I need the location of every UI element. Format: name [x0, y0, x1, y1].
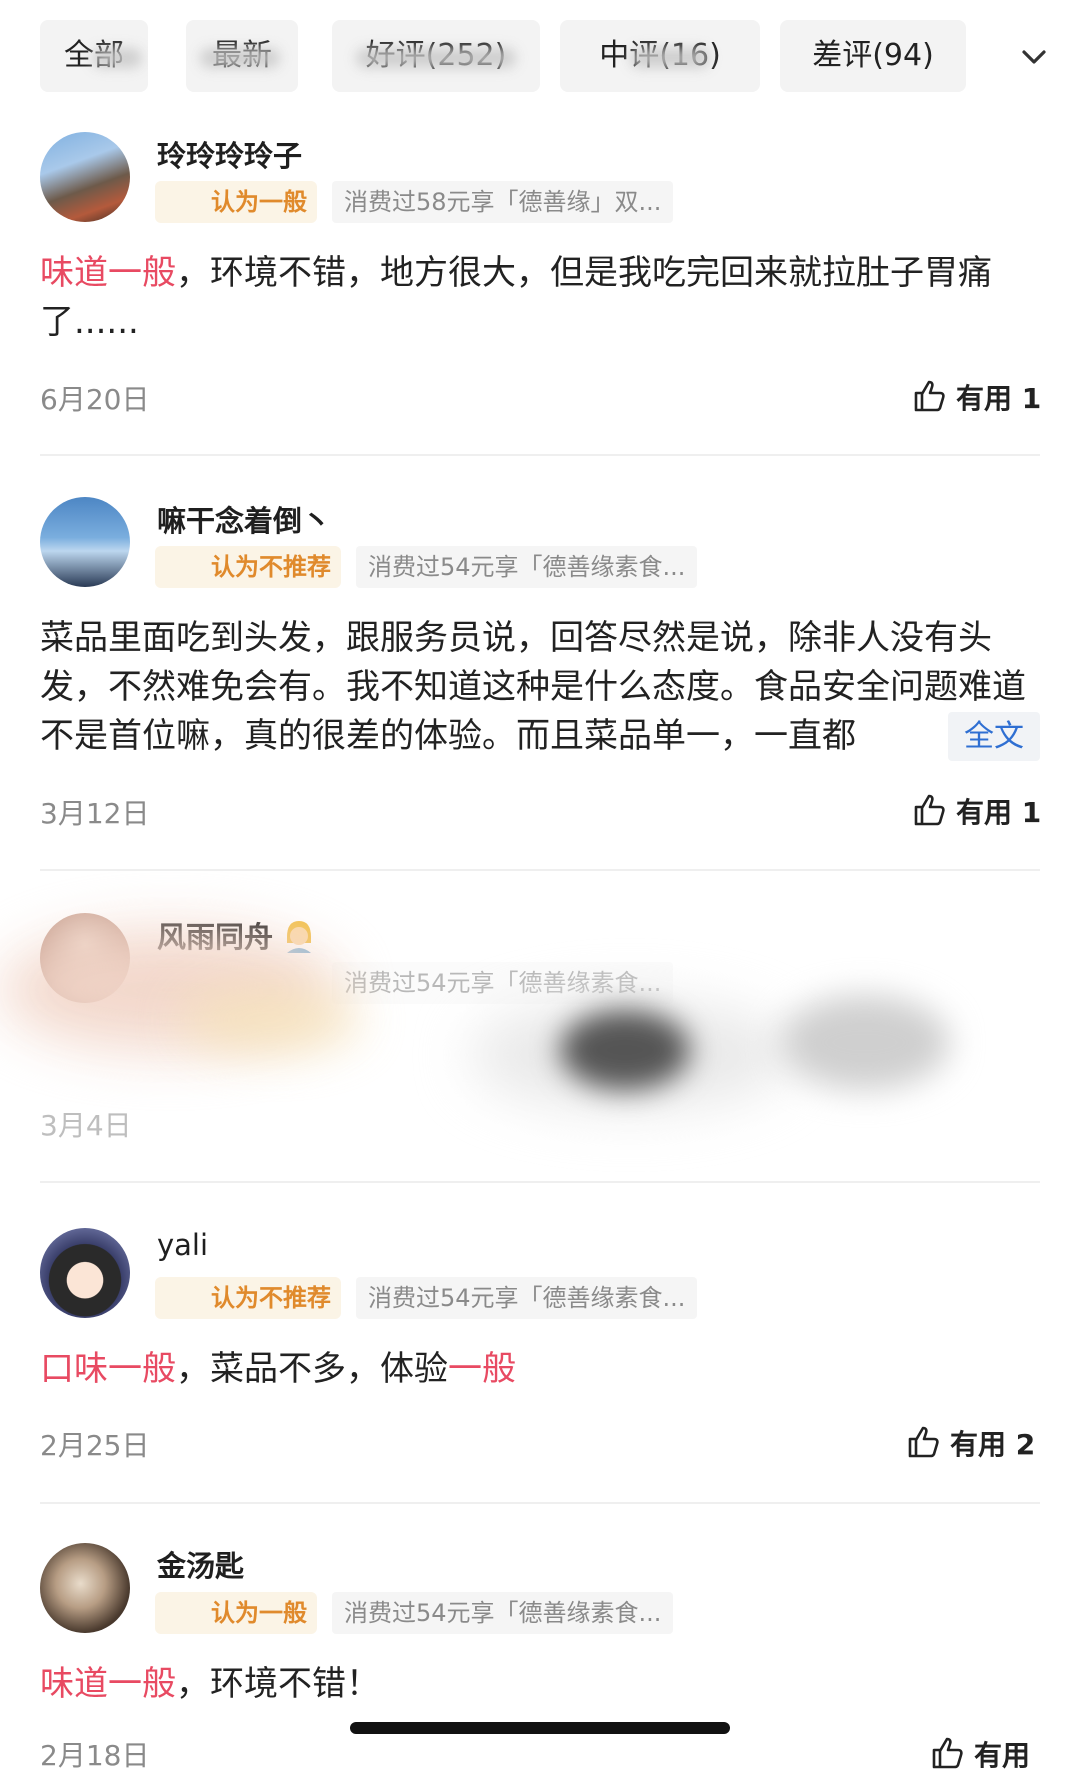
divider — [40, 1502, 1040, 1504]
highlight-text: 一般 — [448, 1349, 516, 1389]
review-text[interactable]: 口味一般，菜品不多，体验一般 — [40, 1345, 1040, 1394]
useful-button[interactable]: 有用 — [930, 1734, 1030, 1774]
thumbs-up-icon — [914, 794, 945, 826]
spend-tag[interactable]: 消费过54元享「德善缘素食... — [332, 1592, 674, 1634]
useful-button[interactable]: 有用 2 — [906, 1423, 1035, 1463]
rating-badge: 认为一般 — [155, 181, 317, 223]
highlight-text: 味道一般 — [40, 253, 176, 293]
avatar[interactable] — [40, 497, 130, 587]
blur-overlay — [180, 990, 360, 1050]
rating-badge: 认为不推荐 — [155, 546, 341, 588]
chevron-down-icon[interactable] — [1010, 38, 1058, 78]
tab-neutral[interactable]: 中评(16) — [560, 20, 760, 92]
divider — [40, 1181, 1040, 1183]
spend-tag[interactable]: 消费过54元享「德善缘素食... — [356, 546, 698, 588]
tab-latest[interactable]: 最新 — [186, 20, 298, 92]
review-text[interactable]: 味道一般，环境不错，地方很大，但是我吃完回来就拉肚子胃痛了...... — [40, 249, 1040, 347]
tab-negative[interactable]: 差评(94) — [780, 20, 966, 92]
tab-all[interactable]: 全部 — [40, 20, 148, 92]
review-text-rest: ，环境不错，地方很大，但是我吃完回来就拉肚子胃痛了...... — [40, 253, 992, 342]
useful-count: 有用 — [974, 1739, 1031, 1772]
spend-tag[interactable]: 消费过54元享「德善缘素食... — [332, 962, 674, 1004]
avatar[interactable] — [40, 1228, 130, 1318]
username[interactable]: 玲玲玲玲子 — [157, 133, 302, 175]
thumbs-up-icon — [932, 1737, 963, 1769]
rating-badge: 认为一般 — [155, 1592, 317, 1634]
rating-badge: 认为不推荐 — [155, 1277, 341, 1319]
review-date: 3月12日 — [40, 797, 150, 830]
username[interactable]: yali — [157, 1228, 208, 1262]
review-text[interactable]: 味道一般，环境不错！ — [40, 1660, 1040, 1709]
useful-count: 有用 2 — [950, 1428, 1036, 1461]
thumbs-up-icon — [914, 380, 945, 412]
divider — [40, 869, 1040, 871]
divider — [40, 454, 1040, 456]
tab-positive[interactable]: 好评(252) — [332, 20, 540, 92]
review-text-rest: ，菜品不多，体验 — [176, 1349, 448, 1389]
highlight-text: 口味一般 — [40, 1349, 176, 1389]
highlight-text: 味道一般 — [40, 1664, 176, 1704]
full-text-link[interactable]: 全文 — [948, 712, 1040, 761]
useful-count: 有用 1 — [956, 796, 1042, 829]
thumbs-up-icon — [908, 1426, 939, 1458]
review-date: 2月18日 — [40, 1739, 150, 1772]
useful-count: 有用 1 — [956, 382, 1042, 415]
username[interactable]: 金汤匙 — [157, 1543, 244, 1585]
useful-button[interactable]: 有用 1 — [912, 377, 1041, 417]
review-date: 3月4日 — [40, 1109, 132, 1142]
spend-tag[interactable]: 消费过58元享「德善缘」双... — [332, 181, 674, 223]
useful-button[interactable]: 有用 1 — [912, 791, 1041, 831]
review-date: 6月20日 — [40, 383, 150, 416]
blur-overlay — [560, 1010, 690, 1090]
text-fade — [884, 712, 944, 761]
review-date: 2月25日 — [40, 1429, 150, 1462]
spend-tag[interactable]: 消费过54元享「德善缘素食... — [356, 1277, 698, 1319]
username[interactable]: 嘛干念着倒丶 — [157, 498, 331, 540]
review-text-rest: ，环境不错！ — [176, 1664, 380, 1704]
avatar[interactable] — [40, 132, 130, 222]
tab-negative-label: 差评(94) — [812, 38, 934, 73]
home-indicator[interactable] — [350, 1722, 730, 1734]
blur-overlay — [780, 995, 950, 1090]
avatar[interactable] — [40, 1543, 130, 1633]
review-filter-tabs: 全部 最新 好评(252) 中评(16) 差评(94) — [0, 0, 1080, 110]
